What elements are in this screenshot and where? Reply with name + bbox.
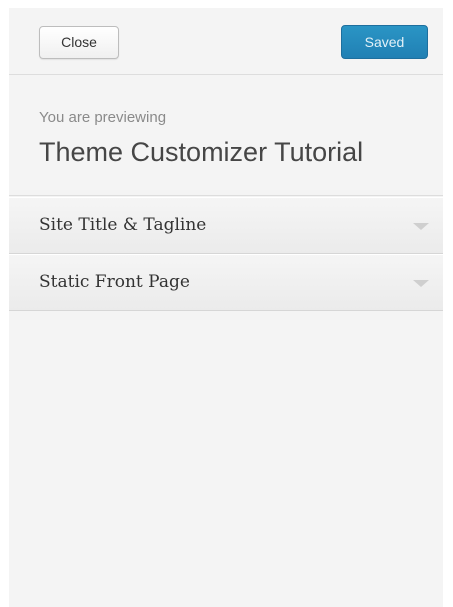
previewing-label: You are previewing bbox=[39, 109, 167, 126]
saved-button[interactable]: Saved bbox=[341, 25, 428, 59]
chevron-down-icon bbox=[413, 280, 429, 287]
customizer-header: Close Saved bbox=[9, 8, 443, 75]
customizer-panel: Close Saved You are previewing Theme Cus… bbox=[9, 8, 443, 607]
theme-name: Theme Customizer Tutorial bbox=[39, 137, 364, 167]
chevron-down-icon bbox=[413, 223, 429, 230]
theme-info: You are previewing Theme Customizer Tuto… bbox=[9, 75, 443, 196]
section-site-title-tagline[interactable]: Site Title & Tagline bbox=[9, 197, 443, 254]
section-label: Site Title & Tagline bbox=[39, 215, 207, 235]
section-static-front-page[interactable]: Static Front Page bbox=[9, 254, 443, 311]
section-label: Static Front Page bbox=[39, 272, 190, 292]
close-button[interactable]: Close bbox=[39, 26, 119, 59]
